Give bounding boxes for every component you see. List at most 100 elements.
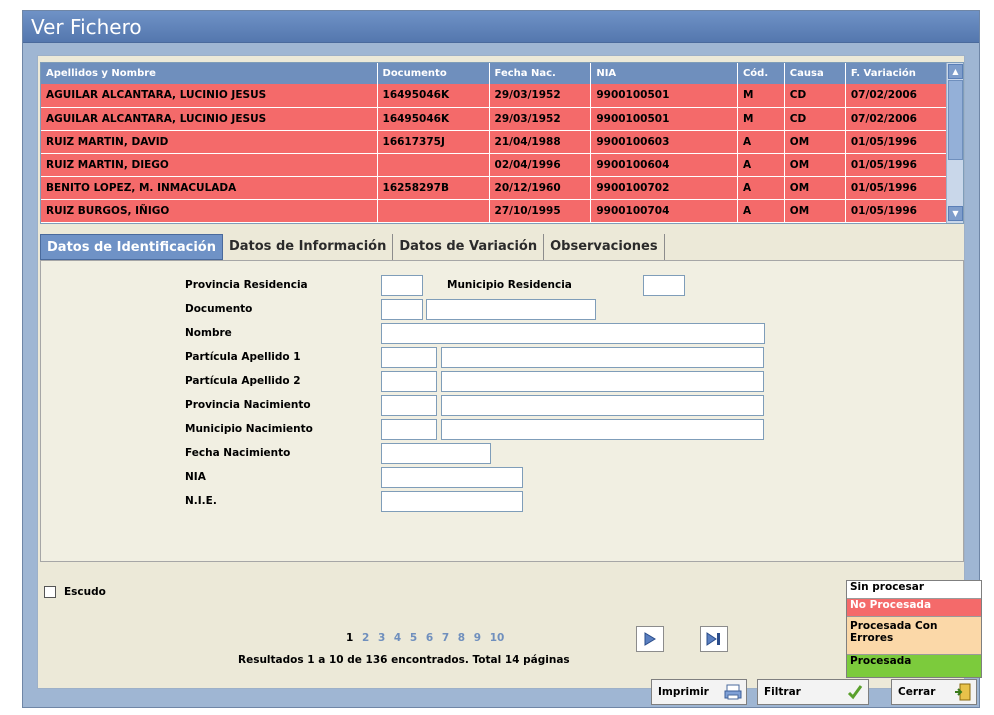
play-next-icon — [644, 632, 656, 646]
page-link[interactable]: 3 — [378, 632, 385, 644]
column-header-causa[interactable]: Causa — [784, 63, 846, 84]
documento-type-input[interactable] — [381, 299, 423, 320]
title-bar: Ver Fichero — [23, 11, 979, 43]
label-nombre: Nombre — [185, 327, 232, 339]
table-cell: 16495046K — [377, 107, 490, 131]
label-particula-apellido-2: Partícula Apellido 2 — [185, 375, 301, 387]
table-cell: OM — [784, 199, 846, 223]
provincia-residencia-input[interactable] — [381, 275, 423, 296]
table-cell: 9900100501 — [590, 84, 738, 108]
results-summary: Resultados 1 a 10 de 136 encontrados. To… — [238, 654, 570, 666]
tab-observaciones[interactable]: Observaciones — [544, 234, 665, 260]
page-link[interactable]: 8 — [458, 632, 465, 644]
provincia-nacimiento-code-input[interactable] — [381, 395, 437, 416]
page-link[interactable]: 10 — [490, 632, 505, 644]
documento-input[interactable] — [426, 299, 596, 320]
label-nie: N.I.E. — [185, 495, 217, 507]
table-cell: A — [737, 153, 785, 177]
escudo-label: Escudo — [64, 586, 106, 598]
column-header-documento[interactable]: Documento — [377, 63, 490, 84]
nombre-input[interactable] — [381, 323, 765, 344]
table-row[interactable]: RUIZ BURGOS, IÑIGO 27/10/1995 9900100704… — [41, 199, 964, 223]
next-page-button[interactable] — [636, 626, 664, 652]
label-nia: NIA — [185, 471, 206, 483]
page-link[interactable]: 4 — [394, 632, 401, 644]
legend-procesada-con-errores: Procesada Con Errores — [847, 617, 981, 655]
table-cell: AGUILAR ALCANTARA, LUCINIO JESUS — [41, 107, 378, 131]
nia-input[interactable] — [381, 467, 523, 488]
table-row[interactable]: AGUILAR ALCANTARA, LUCINIO JESUS 1649504… — [41, 107, 964, 131]
apellido-2-input[interactable] — [441, 371, 764, 392]
ver-fichero-window: Ver Fichero Apellidos y Nombre Documento… — [22, 10, 982, 709]
table-cell: 27/10/1995 — [489, 199, 592, 223]
label-documento: Documento — [185, 303, 253, 315]
table-cell: 29/03/1952 — [489, 107, 592, 131]
nie-input[interactable] — [381, 491, 523, 512]
table-cell — [377, 199, 490, 223]
label-provincia-residencia: Provincia Residencia — [185, 279, 308, 291]
close-button[interactable]: Cerrar — [891, 679, 977, 705]
table-cell: 07/02/2006 — [845, 84, 964, 108]
table-cell: 9900100604 — [590, 153, 738, 177]
table-cell: 01/05/1996 — [845, 153, 964, 177]
fecha-nacimiento-input[interactable] — [381, 443, 491, 464]
table-cell: 02/04/1996 — [489, 153, 592, 177]
column-header-f-variacion[interactable]: F. Variación — [845, 63, 964, 84]
particula-apellido-2-input[interactable] — [381, 371, 437, 392]
grid-vertical-scrollbar[interactable]: ▲ ▼ — [946, 63, 963, 223]
table-row[interactable]: AGUILAR ALCANTARA, LUCINIO JESUS 1649504… — [41, 84, 964, 108]
legend-sin-procesar: Sin procesar — [847, 581, 981, 599]
table-cell: 16258297B — [377, 176, 490, 200]
table-cell: CD — [784, 84, 846, 108]
municipio-nacimiento-code-input[interactable] — [381, 419, 437, 440]
page-link[interactable]: 2 — [362, 632, 369, 644]
table-row[interactable]: BENITO LOPEZ, M. INMACULADA 16258297B 20… — [41, 176, 964, 200]
table-cell: CD — [784, 107, 846, 131]
table-cell: M — [737, 107, 785, 131]
table-row[interactable]: RUIZ MARTIN, DAVID 16617375J 21/04/1988 … — [41, 130, 964, 154]
scroll-up-arrow-icon[interactable]: ▲ — [948, 64, 963, 79]
apellido-1-input[interactable] — [441, 347, 764, 368]
table-cell: 16617375J — [377, 130, 490, 154]
legend-no-procesada: No Procesada — [847, 599, 981, 617]
municipio-residencia-input[interactable] — [643, 275, 685, 296]
print-button[interactable]: Imprimir — [651, 679, 747, 705]
table-cell: RUIZ MARTIN, DAVID — [41, 130, 378, 154]
table-cell: 01/05/1996 — [845, 199, 964, 223]
table-cell: 9900100702 — [590, 176, 738, 200]
filter-button-label: Filtrar — [764, 686, 801, 698]
button-bar: Imprimir Filtrar Cerrar — [23, 673, 981, 709]
table-cell: OM — [784, 176, 846, 200]
column-header-name[interactable]: Apellidos y Nombre — [41, 63, 378, 84]
particula-apellido-1-input[interactable] — [381, 347, 437, 368]
table-row[interactable]: RUIZ MARTIN, DIEGO 02/04/1996 9900100604… — [41, 153, 964, 177]
column-header-fecha-nac[interactable]: Fecha Nac. — [489, 63, 592, 84]
table-cell — [377, 153, 490, 177]
records-grid: Apellidos y Nombre Documento Fecha Nac. … — [40, 62, 964, 224]
main-panel: Apellidos y Nombre Documento Fecha Nac. … — [37, 55, 982, 689]
municipio-nacimiento-input[interactable] — [441, 419, 764, 440]
scroll-down-arrow-icon[interactable]: ▼ — [948, 206, 963, 221]
column-header-nia[interactable]: NIA — [590, 63, 738, 84]
page-link[interactable]: 9 — [474, 632, 481, 644]
column-header-cod[interactable]: Cód. — [737, 63, 785, 84]
tab-datos-informacion[interactable]: Datos de Información — [222, 234, 394, 260]
tab-datos-identificacion[interactable]: Datos de Identificación — [40, 234, 223, 260]
table-cell: 29/03/1952 — [489, 84, 592, 108]
page-link[interactable]: 7 — [442, 632, 449, 644]
filter-button[interactable]: Filtrar — [757, 679, 869, 705]
table-cell: 9900100603 — [590, 130, 738, 154]
page-link[interactable]: 5 — [410, 632, 417, 644]
table-cell: 01/05/1996 — [845, 176, 964, 200]
last-page-button[interactable] — [700, 626, 728, 652]
provincia-nacimiento-input[interactable] — [441, 395, 764, 416]
table-cell: AGUILAR ALCANTARA, LUCINIO JESUS — [41, 84, 378, 108]
escudo-checkbox[interactable] — [44, 586, 56, 598]
window-title: Ver Fichero — [31, 15, 142, 39]
page-link[interactable]: 6 — [426, 632, 433, 644]
scrollbar-thumb[interactable] — [948, 80, 963, 160]
label-particula-apellido-1: Partícula Apellido 1 — [185, 351, 301, 363]
checkmark-icon — [847, 685, 863, 700]
identification-form: Provincia Residencia Municipio Residenci… — [40, 260, 964, 562]
tab-datos-variacion[interactable]: Datos de Variación — [393, 234, 545, 260]
